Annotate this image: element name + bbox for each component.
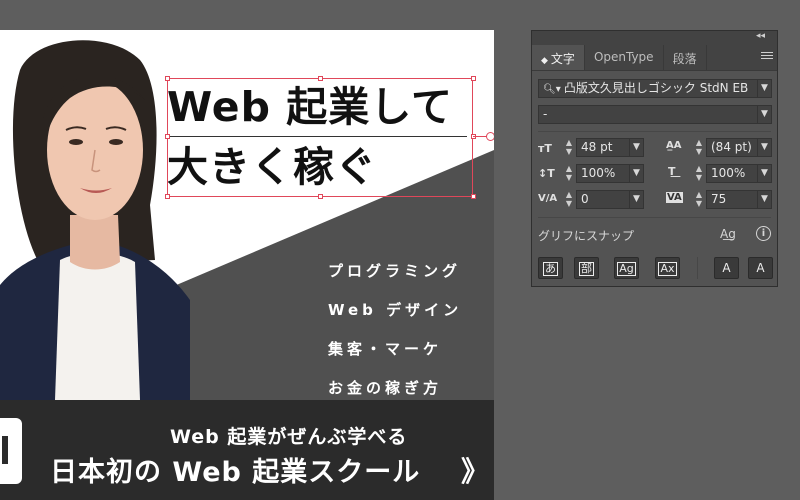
font-family-select[interactable]: 🔍︎▾ 凸版文久見出しゴシック StdN EB ▼ [538,79,772,98]
collapse-panel-icon[interactable]: ◂◂ [756,31,765,41]
snap-divider [697,257,698,279]
services-list[interactable]: プログラミング Web デザイン 集客・マーケ お金の稼ぎ方 [328,252,462,408]
text-thread-outport[interactable] [486,132,494,141]
leading-stepper[interactable]: ▲ ▼ [694,138,704,157]
vertical-scale-field[interactable]: 100% ▼ [576,164,644,183]
snap-angular-guides-button[interactable]: A [748,257,773,279]
chevron-down-icon[interactable]: ▼ [757,80,771,97]
snap-glyph-bounds-button[interactable]: Ax [655,257,680,279]
panel-header: ◂◂ [532,31,777,45]
text-thread-connector [473,136,487,137]
banner-subtitle: Web 起業がぜんぶ学べる [170,426,408,448]
headline-line-1: Web 起業して [167,77,467,137]
selection-handle-bottom-left[interactable] [165,194,170,199]
tab-character[interactable]: ◆ 文字 [532,45,585,70]
service-item: プログラミング [328,262,462,280]
leading-icon: A̲A [666,140,682,151]
kerning-stepper[interactable]: ▲ ▼ [564,190,574,209]
service-item: 集客・マーケ [328,340,443,358]
kerning-field[interactable]: 0 ▼ [576,190,644,209]
selection-handle-bottom-right[interactable] [471,194,476,199]
artboard[interactable]: Web 起業して 大きく稼ぐ プログラミング Web デザイン 集客・マーケ お… [0,30,494,500]
woman-photo [0,40,190,400]
chevron-down-icon[interactable]: ▼ [757,106,771,123]
search-icon: 🔍︎▾ [543,84,564,95]
tracking-icon: VA [666,192,683,203]
chevron-down-icon[interactable]: ▼ [629,191,643,208]
chevron-down-icon[interactable]: ▼ [629,139,643,156]
tab-opentype[interactable]: OpenType [585,45,664,70]
panel-menu-icon[interactable] [761,50,773,62]
panel-separator [538,131,771,132]
selection-handle-top-left[interactable] [165,76,170,81]
headline-text[interactable]: Web 起業して 大きく稼ぐ [167,77,467,197]
info-icon[interactable]: i [756,226,771,241]
glyph-snap-icon[interactable]: A͟g [720,227,736,241]
snap-x-height-button[interactable]: Ag [614,257,639,279]
panel-tabs: ◆ 文字 OpenType 段落 [532,45,777,71]
font-size-field[interactable]: 48 pt ▼ [576,138,644,157]
banner-title: 日本初の Web 起業スクール [50,457,421,488]
vertical-scale-icon: ↕T [538,167,555,180]
headline-line-2: 大きく稼ぐ [167,137,409,197]
tab-paragraph[interactable]: 段落 [664,45,707,70]
banner-logo-icon [0,418,22,484]
chevron-down-icon[interactable]: ▼ [757,139,771,156]
leading-field[interactable]: (84 pt) ▼ [706,138,772,157]
selection-handle-top-right[interactable] [471,76,476,81]
horizontal-scale-field[interactable]: 100% ▼ [706,164,772,183]
chevron-down-icon[interactable]: ▼ [757,165,771,182]
font-size-icon: ᴛT [538,142,552,155]
character-panel[interactable]: ◂◂ ◆ 文字 OpenType 段落 🔍︎▾ 凸版文久見出しゴシック StdN … [531,30,778,287]
selection-handle-middle-left[interactable] [165,134,170,139]
tab-updown-icon: ◆ [541,56,548,66]
horizontal-scale-icon: T͟ [668,165,676,178]
font-style-select[interactable]: - ▼ [538,105,772,124]
snap-proximity-guides-button[interactable]: A [714,257,739,279]
tracking-field[interactable]: 75 ▼ [706,190,772,209]
chevron-down-icon[interactable]: ▼ [629,165,643,182]
tracking-stepper[interactable]: ▲ ▼ [694,190,704,209]
vertical-scale-stepper[interactable]: ▲ ▼ [564,164,574,183]
double-chevron-right-icon: 》 [461,455,490,488]
font-size-stepper[interactable]: ▲ ▼ [564,138,574,157]
snap-baseline-button[interactable]: あ [538,257,563,279]
panel-separator [538,217,771,218]
horizontal-scale-stepper[interactable]: ▲ ▼ [694,164,704,183]
snap-em-box-button[interactable]: 部 [574,257,599,279]
bottom-banner[interactable]: Web 起業がぜんぶ学べる 日本初の Web 起業スクール 》 [0,400,494,500]
chevron-down-icon[interactable]: ▼ [757,191,771,208]
snap-to-glyph-label: グリフにスナップ [538,229,635,243]
selection-handle-bottom-center[interactable] [318,194,323,199]
selection-handle-top-center[interactable] [318,76,323,81]
service-item: Web デザイン [328,301,463,319]
kerning-icon: V/A [538,193,558,204]
